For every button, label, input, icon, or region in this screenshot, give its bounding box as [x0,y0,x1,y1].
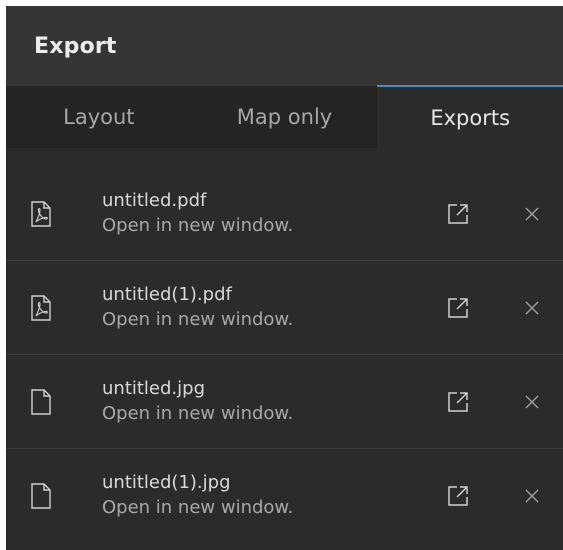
close-icon [525,395,539,408]
tab-map-only[interactable]: Map only [192,86,378,148]
close-icon [525,301,539,314]
export-filename: untitled.jpg [102,377,206,399]
close-icon [525,207,539,220]
panel-header: Export [6,6,563,86]
open-in-new-window-button[interactable] [433,484,483,508]
export-item: untitled(1).pdf Open in new window. [6,261,563,355]
export-filename: untitled(1).pdf [102,283,232,305]
launch-icon [448,486,468,506]
launch-icon [448,391,468,412]
remove-export-button[interactable] [507,301,557,315]
export-item-text: untitled.pdf Open in new window. [102,189,433,239]
export-subtext: Open in new window. [102,214,294,236]
tab-layout[interactable]: Layout [6,86,192,148]
export-item-text: untitled(1).jpg Open in new window. [102,471,433,521]
file-icon [6,483,102,509]
export-item: untitled.jpg Open in new window. [6,355,563,449]
tab-bar: Layout Map only Exports [6,85,563,148]
panel-footer [6,543,563,550]
open-in-new-window-button[interactable] [433,202,483,226]
launch-icon [448,203,468,224]
exports-list: untitled.pdf Open in new window. untitle… [6,167,563,543]
export-subtext: Open in new window. [102,497,294,518]
open-in-new-window-button[interactable] [433,390,483,414]
remove-export-button[interactable] [507,207,557,221]
export-item-text: untitled(1).pdf Open in new window. [102,283,433,333]
file-icon [6,388,102,415]
pdf-file-icon [6,294,102,321]
export-item: untitled(1).jpg Open in new window. [6,449,563,543]
remove-export-button[interactable] [507,489,557,503]
export-item-text: untitled.jpg Open in new window. [102,377,433,427]
open-in-new-window-button[interactable] [433,296,483,320]
pdf-file-icon [6,200,102,227]
launch-icon [448,297,468,318]
panel-title: Export [34,33,117,59]
close-icon [525,489,539,503]
export-subtext: Open in new window. [102,308,294,330]
export-item: untitled.pdf Open in new window. [6,167,563,261]
export-panel: Export Layout Map only Exports untitled.… [6,6,563,550]
list-spacer [6,148,563,167]
export-filename: untitled.pdf [102,189,207,211]
remove-export-button[interactable] [507,395,557,409]
export-filename: untitled(1).jpg [102,472,231,493]
tab-exports[interactable]: Exports [377,85,563,148]
export-subtext: Open in new window. [102,402,294,424]
